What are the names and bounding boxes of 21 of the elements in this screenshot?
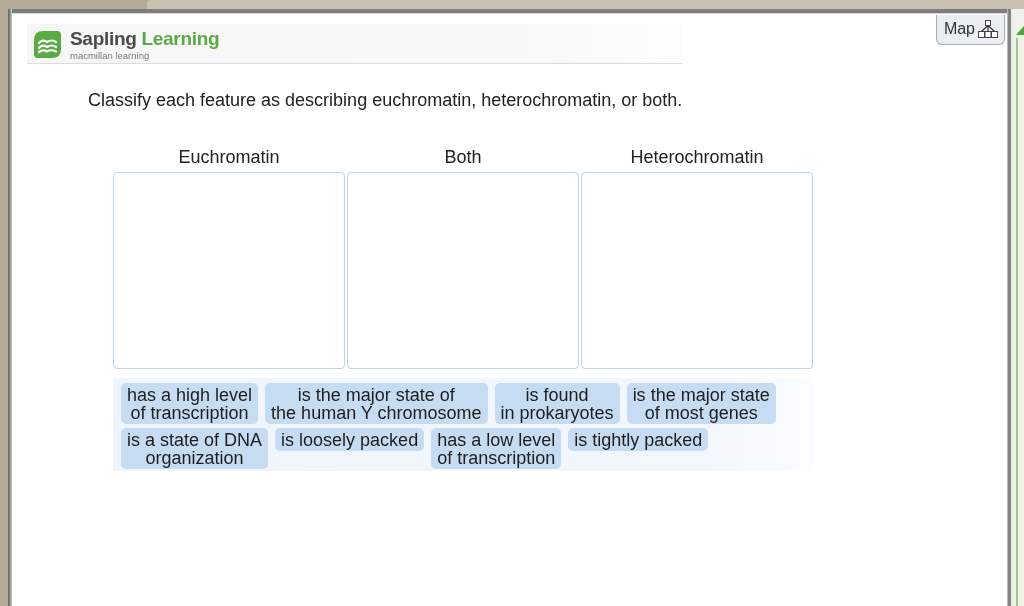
drop-zone[interactable] (581, 172, 813, 369)
answer-tile[interactable]: is a state of DNA organization (121, 428, 269, 469)
answer-tile[interactable]: has a high level of transcription (121, 383, 259, 424)
brand-name: Sapling Learning (70, 28, 220, 50)
triangle-icon (1016, 26, 1024, 35)
answer-tile[interactable]: is the major state of the human Y chromosome (265, 383, 488, 424)
question-text: Classify each feature as describing euchromatin, heterochromatin, or both. (88, 90, 683, 110)
answer-tile[interactable]: has a low level of transcription (431, 428, 562, 469)
tree-icon (978, 20, 998, 38)
brand-tagline: macmillan learning (70, 50, 151, 61)
answer-tile[interactable]: is tightly packed (568, 428, 709, 451)
answer-tile[interactable]: is found in prokaryotes (494, 383, 620, 424)
map-button[interactable]: Map (935, 15, 1005, 45)
answer-tile[interactable]: is loosely packed (275, 428, 425, 451)
logo-icon (34, 31, 61, 58)
category-heading: Heterochromatin (630, 147, 764, 167)
category-heading: Euchromatin (178, 147, 280, 167)
drop-zone[interactable] (347, 172, 579, 369)
category-heading: Both (444, 147, 482, 167)
answer-tile[interactable]: is the major state of most genes (626, 383, 776, 424)
drop-zone[interactable] (113, 172, 345, 369)
